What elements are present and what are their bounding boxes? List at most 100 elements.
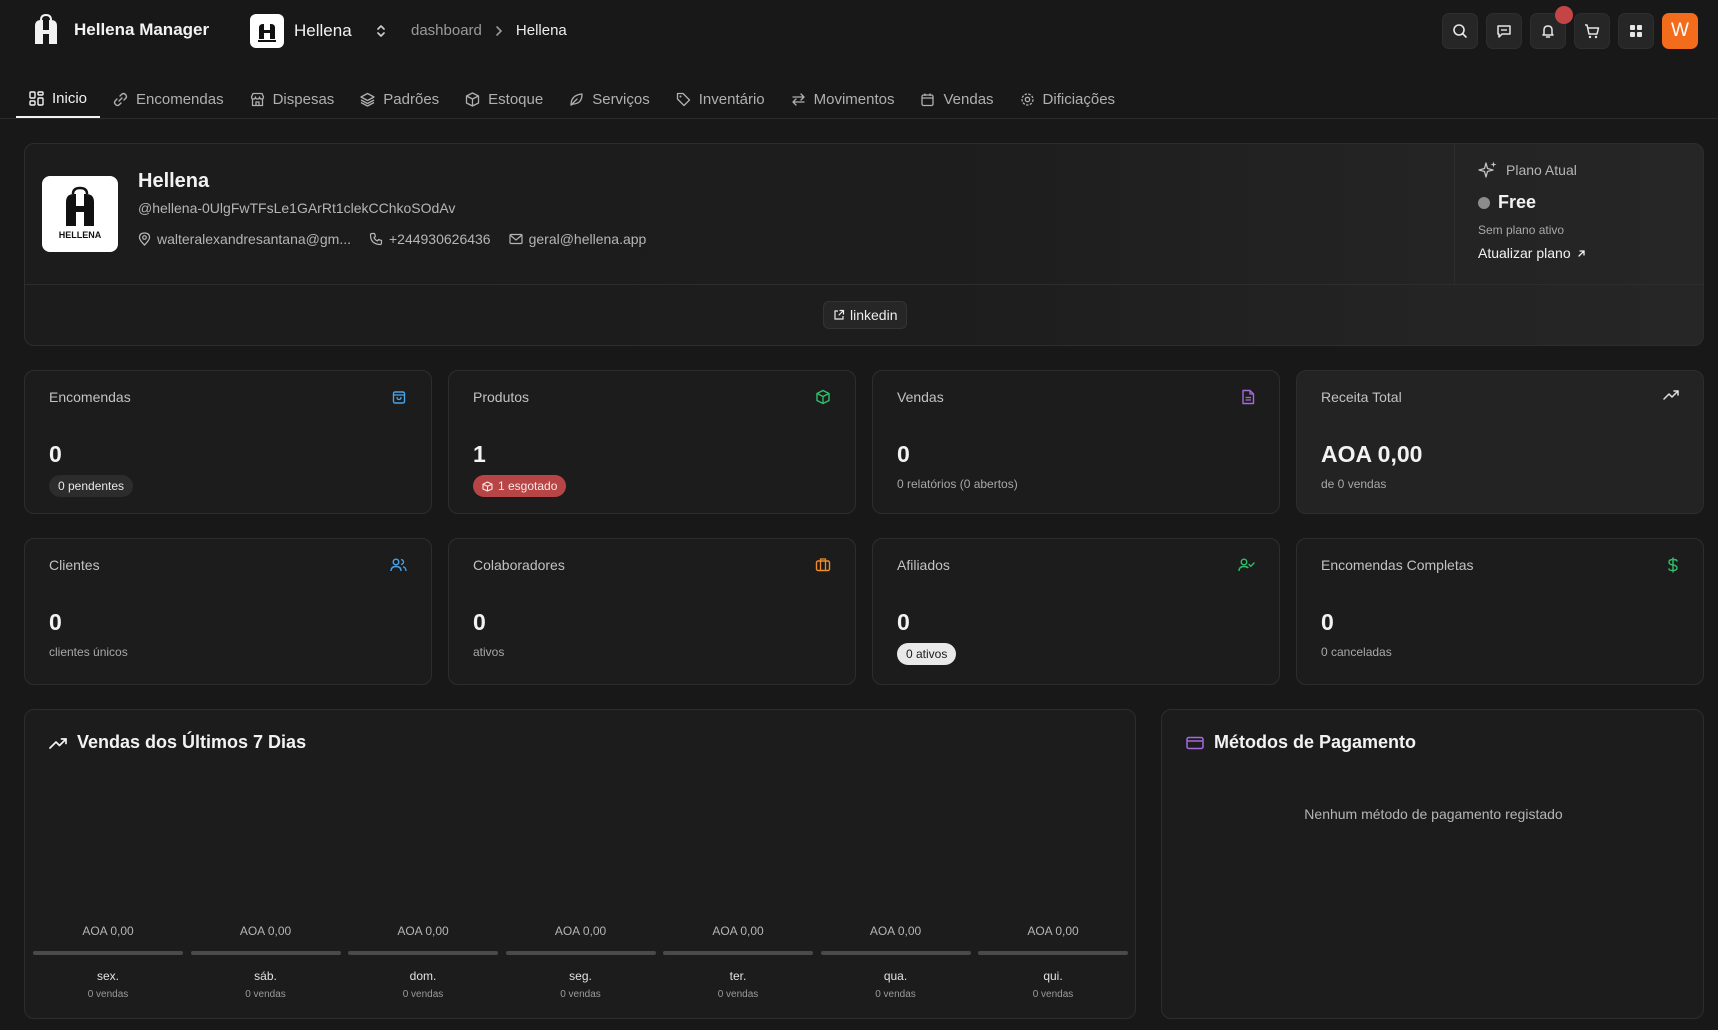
plan-divider xyxy=(1454,144,1455,284)
sales-day-bar xyxy=(663,951,813,955)
store-switcher[interactable]: Hellena xyxy=(250,14,388,48)
sales-day-amount: AOA 0,00 xyxy=(1027,924,1079,938)
sales-day-column[interactable]: AOA 0,00 qui. 0 vendas xyxy=(978,924,1128,1000)
upgrade-plan-link[interactable]: Atualizar plano xyxy=(1478,245,1586,261)
stat-title: Afiliados xyxy=(897,557,950,573)
user-avatar[interactable]: W xyxy=(1662,13,1698,49)
sales-day-column[interactable]: AOA 0,00 sex. 0 vendas xyxy=(33,924,183,1000)
tab-label: Inicio xyxy=(52,89,88,107)
tab-label: Encomendas xyxy=(136,90,224,108)
search-button[interactable] xyxy=(1442,13,1478,49)
sales-day-column[interactable]: AOA 0,00 ter. 0 vendas xyxy=(663,924,813,1000)
breadcrumb: dashboard Hellena xyxy=(411,22,567,39)
sales-day-label: sáb. xyxy=(254,969,277,983)
sales-day-column[interactable]: AOA 0,00 qua. 0 vendas xyxy=(820,924,971,1000)
stat-title: Encomendas xyxy=(49,389,131,405)
stat-card-encomendas-completas[interactable]: Encomendas Completas 0 0 canceladas xyxy=(1296,538,1704,685)
stat-card-produtos[interactable]: Produtos 1 1 esgotado xyxy=(448,370,856,514)
stat-badge-text: 0 pendentes xyxy=(58,479,125,493)
search-icon xyxy=(1452,23,1468,39)
store-profile-card: HELLENA Hellena @hellena-0UlgFwTFsLe1GAr… xyxy=(24,143,1704,346)
sales-7-days-panel: Vendas dos Últimos 7 Dias AOA 0,00 sex. 0 … xyxy=(24,709,1136,1019)
stat-card-colaboradores[interactable]: Colaboradores 0 ativos xyxy=(448,538,856,685)
file-icon xyxy=(1241,389,1255,405)
sales-day-count: 0 vendas xyxy=(245,989,286,1000)
sales-day-columns: AOA 0,00 sex. 0 vendas AOA 0,00 sáb. 0 vendas… xyxy=(33,924,1129,1004)
sales-day-amount: AOA 0,00 xyxy=(554,924,607,938)
sales-day-column[interactable]: AOA 0,00 dom. 0 vendas xyxy=(348,924,498,1000)
stat-value: 0 xyxy=(49,441,62,467)
stat-subtext: de 0 vendas xyxy=(1321,477,1387,491)
tab-padroes[interactable]: Padrões xyxy=(347,80,452,118)
social-link-button[interactable]: linkedin xyxy=(823,301,908,329)
chevron-right-icon xyxy=(494,25,504,37)
stat-card-vendas[interactable]: Vendas 0 0 relatórios (0 abertos) xyxy=(872,370,1280,514)
sales-day-label: sex. xyxy=(96,969,119,983)
tab-movimentos[interactable]: Movimentos xyxy=(778,80,908,118)
sales-day-count: 0 vendas xyxy=(875,989,916,1000)
sales-day-bar xyxy=(820,951,971,955)
stat-badge-text: 1 esgotado xyxy=(498,479,558,493)
store-handle: @hellena-0UlgFwTFsLe1GArRt1clekCChkoSOdA… xyxy=(138,200,456,216)
plan-tier-text: Free xyxy=(1498,192,1537,212)
contact-address-text: walteralexandresantana@gm... xyxy=(157,231,351,247)
arrow-up-right-icon xyxy=(1577,249,1586,258)
store-name: Hellena xyxy=(294,21,352,40)
stat-card-receita-total[interactable]: Receita Total AOA 0,00 de 0 vendas xyxy=(1296,370,1704,514)
stat-subtext: 0 relatórios (0 abertos) xyxy=(897,477,1018,491)
stat-card-afiliados[interactable]: Afiliados 0 0 ativos xyxy=(872,538,1280,685)
stat-title: Vendas xyxy=(897,389,944,405)
calendar-icon xyxy=(920,92,935,107)
sales-day-amount: AOA 0,00 xyxy=(397,924,449,938)
stat-title: Clientes xyxy=(49,557,100,573)
tab-label: Padrões xyxy=(383,90,440,108)
cart-button[interactable] xyxy=(1574,13,1610,49)
plan-status-dot xyxy=(1478,196,1490,209)
breadcrumb-dashboard[interactable]: dashboard xyxy=(411,22,482,39)
sales-day-amount: AOA 0,00 xyxy=(82,924,134,938)
sales-day-column[interactable]: AOA 0,00 seg. 0 vendas xyxy=(505,924,656,1000)
apps-grid-icon xyxy=(1629,24,1643,38)
tab-label: Estoque xyxy=(488,90,544,108)
layers-icon xyxy=(360,92,375,107)
tab-estoque[interactable]: Estoque xyxy=(452,80,556,118)
tab-dispesas[interactable]: Dispesas xyxy=(237,80,348,118)
stat-subtext: ativos xyxy=(473,645,505,659)
tab-vendas[interactable]: Vendas xyxy=(907,80,1006,118)
trend-icon xyxy=(49,736,67,750)
tag-icon xyxy=(676,92,691,107)
package-icon xyxy=(815,389,831,405)
sales-day-bar xyxy=(190,951,341,955)
brand[interactable]: Hellena Manager xyxy=(32,14,209,46)
stat-subtext: clientes únicos xyxy=(49,645,128,659)
stat-value: 0 xyxy=(1321,609,1334,635)
stat-card-clientes[interactable]: Clientes 0 clientes únicos xyxy=(24,538,432,685)
plan-heading-text: Plano Atual xyxy=(1506,162,1577,178)
notifications-button[interactable] xyxy=(1530,6,1573,49)
stat-title: Receita Total xyxy=(1321,389,1402,405)
external-link-icon xyxy=(833,309,845,321)
tabs-divider xyxy=(0,118,1718,119)
box-icon xyxy=(465,91,480,107)
tab-servicos[interactable]: Serviços xyxy=(556,80,663,118)
messages-button[interactable] xyxy=(1486,13,1522,49)
social-link-label: linkedin xyxy=(850,307,898,323)
tab-label: Dificiações xyxy=(1042,90,1116,108)
gear-icon xyxy=(1020,92,1035,107)
plan-tier: Free xyxy=(1478,192,1586,213)
payment-methods-panel: Métodos de Pagamento Nenhum método de pa… xyxy=(1161,709,1704,1019)
tab-label: Serviços xyxy=(592,90,650,108)
stat-subtext: 0 canceladas xyxy=(1321,645,1392,659)
tab-encomendas[interactable]: Encomendas xyxy=(100,80,237,118)
tab-dificoes[interactable]: Dificiações xyxy=(1007,80,1129,118)
sales-panel-title-text: Vendas dos Últimos 7 Dias xyxy=(77,732,307,752)
current-plan: Plano Atual Free Sem plano ativo Atualiz… xyxy=(1478,160,1586,261)
stat-card-encomendas[interactable]: Encomendas 0 0 pendentes xyxy=(24,370,432,514)
tab-inicio[interactable]: Inicio xyxy=(16,80,101,118)
sales-day-column[interactable]: AOA 0,00 sáb. 0 vendas xyxy=(190,924,341,1000)
contact-phone: +244930626436 xyxy=(369,231,491,247)
tab-inventario[interactable]: Inventário xyxy=(663,80,778,118)
sales-day-count: 0 vendas xyxy=(1032,989,1074,1000)
stat-badge-text: 0 ativos xyxy=(906,647,948,661)
apps-button[interactable] xyxy=(1618,13,1654,49)
